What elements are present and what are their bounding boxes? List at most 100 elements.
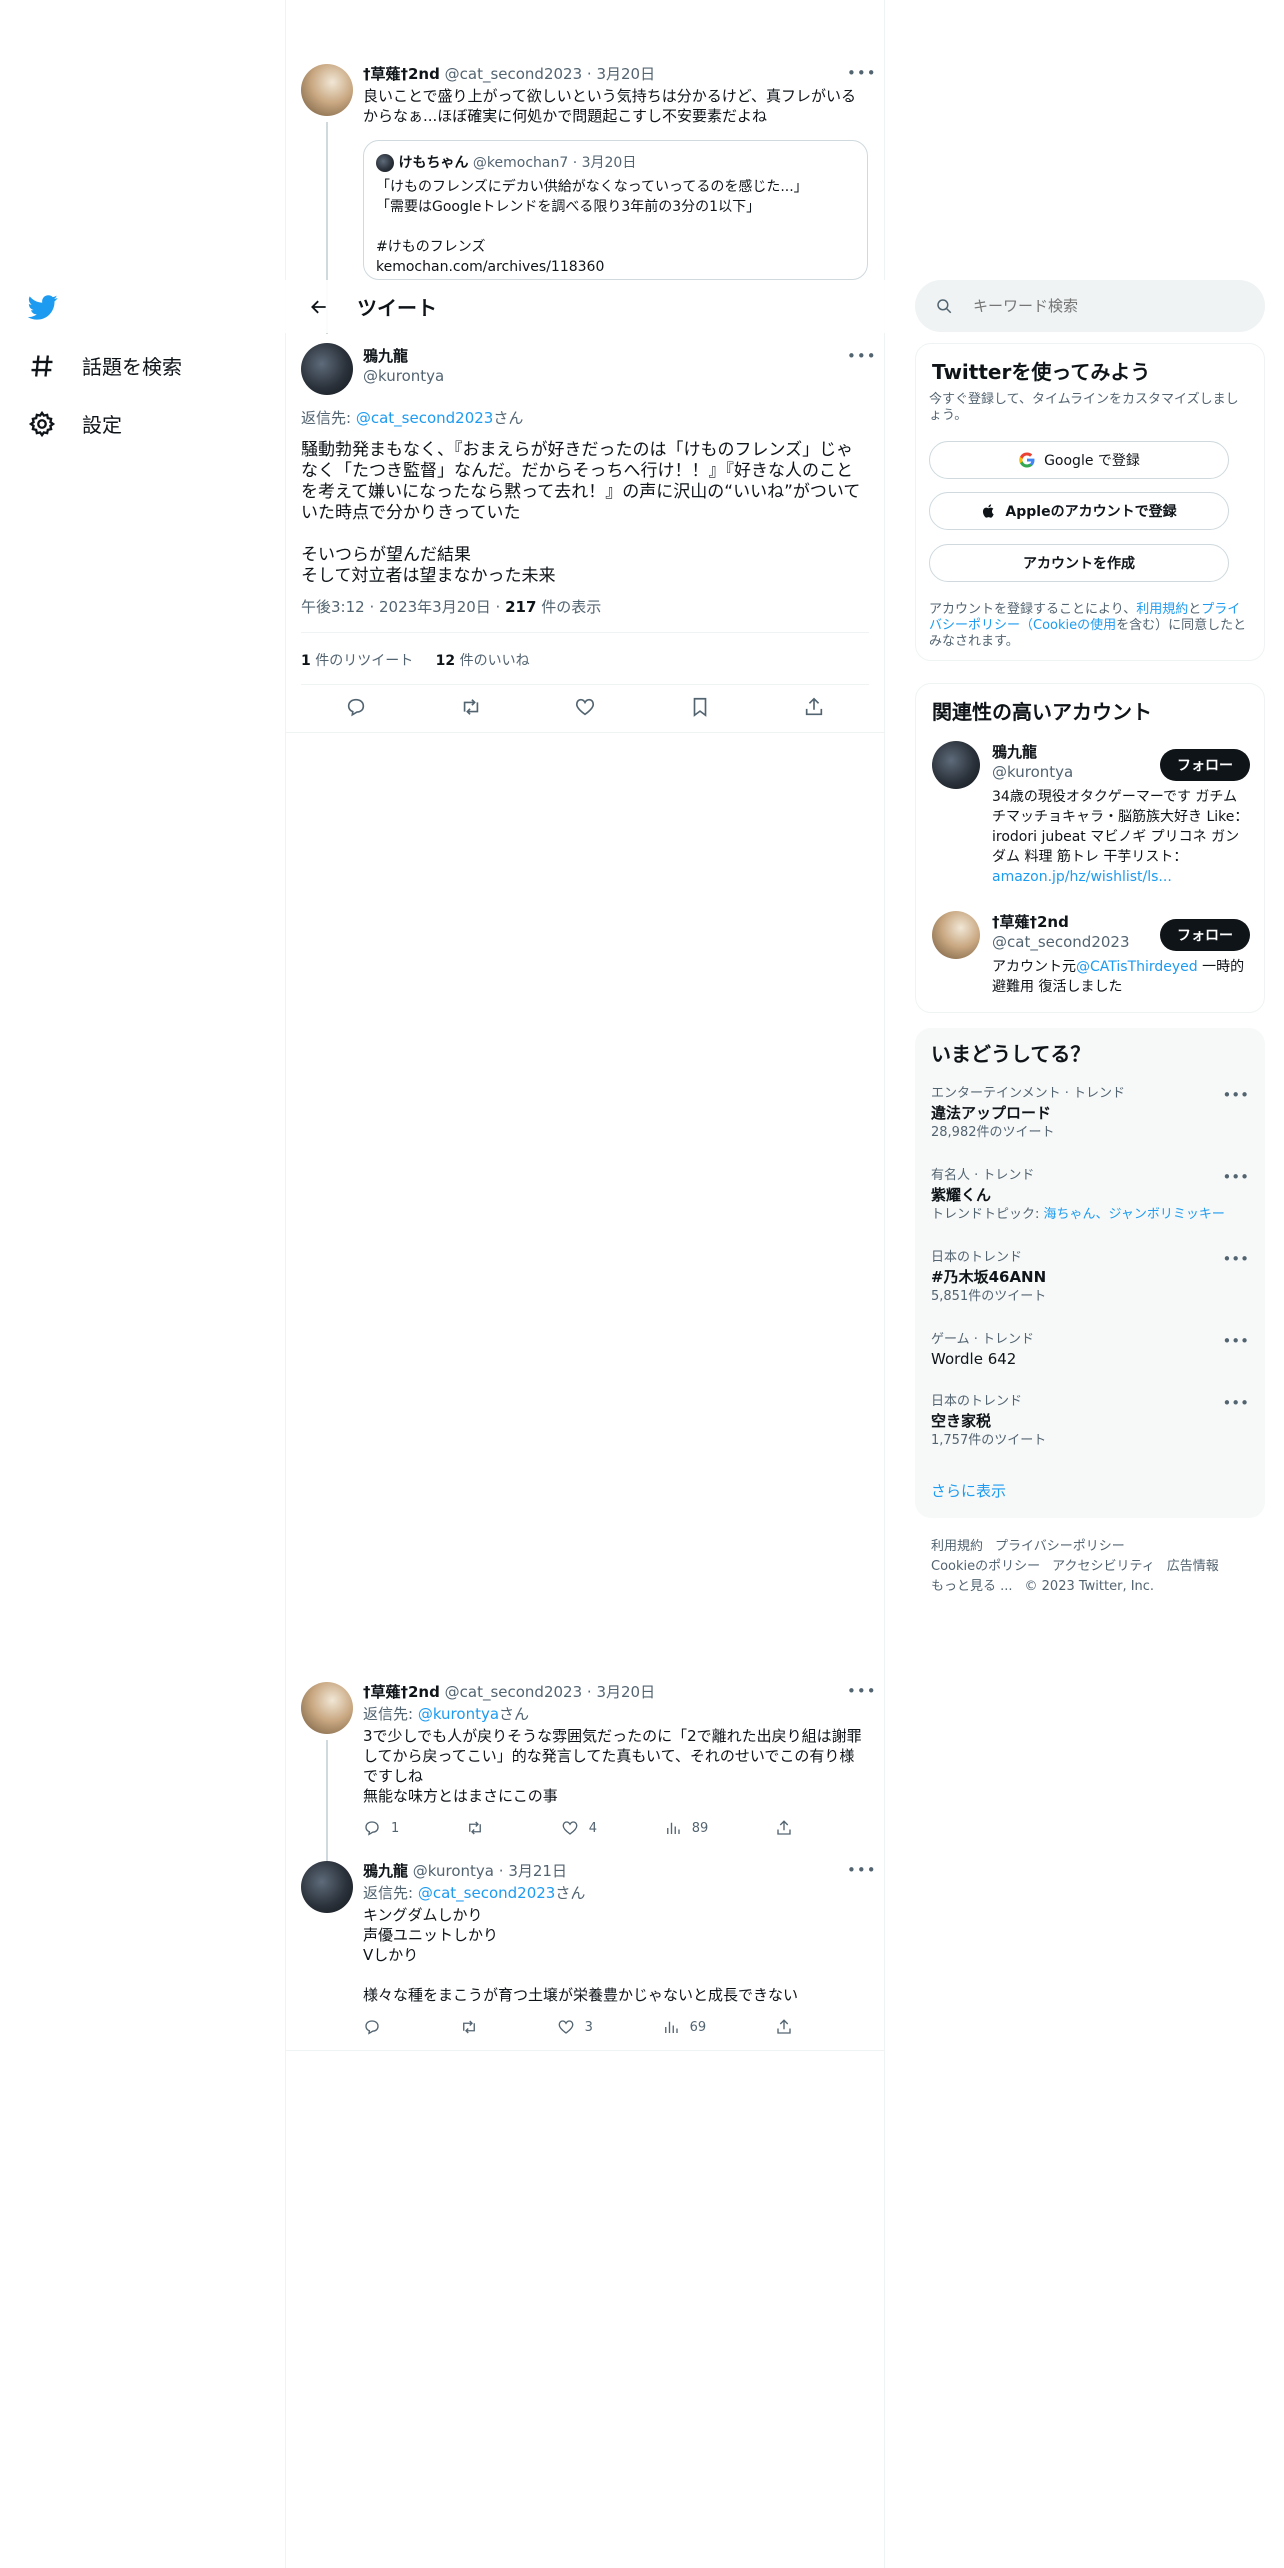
more-options-icon[interactable]: ••• xyxy=(1222,1168,1249,1186)
author-handle[interactable]: @kurontya xyxy=(413,1862,494,1880)
trend-item[interactable]: ゲーム · トレンド Wordle 642 ••• xyxy=(931,1332,1249,1370)
nav-explore[interactable]: 話題を検索 xyxy=(28,351,182,380)
author-handle[interactable]: @kurontya xyxy=(363,366,444,386)
reply-context: 返信先: @cat_second2023さん xyxy=(301,408,523,428)
more-options-icon[interactable]: ••• xyxy=(847,1682,877,1700)
tweet-header: †草薙†2nd @cat_second2023 · 3月20日 xyxy=(363,64,655,84)
share-icon[interactable] xyxy=(803,696,825,718)
like-button[interactable]: 3 xyxy=(557,2018,593,2036)
signup-terms: アカウントを登録することにより、利用規約とプライバシーポリシー（Cookieの使… xyxy=(929,602,1247,649)
footer-link[interactable]: 広告情報 xyxy=(1167,1559,1219,1574)
thread-line xyxy=(326,1740,328,1872)
account-handle: @cat_second2023 xyxy=(992,933,1130,951)
avatar[interactable] xyxy=(301,1861,353,1913)
quote-author-name: けもちゃん xyxy=(398,155,469,171)
google-signup-button[interactable]: Google で登録 xyxy=(929,441,1229,479)
bio-link[interactable]: @CATisThirdeyed xyxy=(1076,959,1198,975)
views-button[interactable]: 69 xyxy=(662,2018,706,2036)
share-button[interactable] xyxy=(775,1819,793,1837)
trend-item[interactable]: 日本のトレンド 空き家税 1,757件のツイート ••• xyxy=(931,1394,1249,1450)
share-button[interactable] xyxy=(775,2018,793,2036)
like-stat[interactable]: 12 件のいいね xyxy=(436,653,530,669)
author-name[interactable]: †草薙†2nd xyxy=(363,1683,440,1701)
footer-more-link[interactable]: もっと見る ... xyxy=(931,1579,1013,1594)
follow-button[interactable]: フォロー xyxy=(1160,749,1250,781)
nav-settings[interactable]: 設定 xyxy=(28,409,122,438)
retweet-stat[interactable]: 1 件のリツイート xyxy=(301,653,413,669)
retweet-icon[interactable] xyxy=(460,696,482,718)
google-button-label: Google で登録 xyxy=(1044,453,1140,469)
reply-to-link[interactable]: @kurontya xyxy=(418,1705,499,1723)
tweet-timestamp[interactable]: 午後3:12 · 2023年3月20日 · xyxy=(301,598,505,616)
account-info[interactable]: †草薙†2nd @cat_second2023 xyxy=(992,912,1130,952)
reply-to-link[interactable]: @cat_second2023 xyxy=(356,409,494,427)
tweet-date[interactable]: · 3月21日 xyxy=(499,1862,567,1880)
apple-signup-button[interactable]: Appleのアカウントで登録 xyxy=(929,492,1229,530)
show-more-link[interactable]: さらに表示 xyxy=(931,1480,1006,1501)
tweet-paragraph: そいつらが望んだ結果 xyxy=(301,545,471,565)
tweet-paragraph: 騒動勃発まもなく、『おまえらが好きだったのは「けものフレンズ」じゃなく「たつき監… xyxy=(301,440,861,523)
footer-link[interactable]: アクセシビリティ xyxy=(1052,1559,1155,1574)
avatar[interactable] xyxy=(301,1682,353,1734)
author-handle[interactable]: @cat_second2023 xyxy=(445,1683,583,1701)
more-options-icon[interactable]: ••• xyxy=(847,1861,877,1879)
search-input[interactable] xyxy=(973,297,1233,315)
view-label: 件の表示 xyxy=(536,598,602,616)
more-options-icon[interactable]: ••• xyxy=(1222,1086,1249,1104)
retweet-button[interactable] xyxy=(466,1819,494,1837)
quote-date: · 3月20日 xyxy=(572,155,637,171)
divider xyxy=(285,732,885,733)
back-arrow-icon[interactable] xyxy=(301,289,337,325)
author-name[interactable]: 鴉九龍 xyxy=(363,346,444,366)
author-name[interactable]: †草薙†2nd xyxy=(363,65,440,83)
author-handle[interactable]: @cat_second2023 xyxy=(445,65,583,83)
search-box[interactable] xyxy=(915,280,1265,332)
more-options-icon[interactable]: ••• xyxy=(1222,1332,1249,1350)
bookmark-icon[interactable] xyxy=(689,696,711,718)
trend-item[interactable]: 日本のトレンド #乃木坂46ANN 5,851件のツイート ••• xyxy=(931,1250,1249,1306)
more-options-icon[interactable]: ••• xyxy=(1222,1250,1249,1268)
footer-link[interactable]: プライバシーポリシー xyxy=(995,1539,1125,1554)
bio-link[interactable]: amazon.jp/hz/wishlist/ls... xyxy=(992,869,1172,885)
trend-item[interactable]: エンターテインメント · トレンド 違法アップロード 28,982件のツイート … xyxy=(931,1086,1249,1142)
share-icon xyxy=(777,1820,791,1835)
footer-link[interactable]: Cookieのポリシー xyxy=(931,1559,1040,1574)
views-button[interactable]: 89 xyxy=(664,1819,708,1837)
create-account-button[interactable]: アカウントを作成 xyxy=(929,544,1229,582)
nav-settings-label: 設定 xyxy=(82,413,122,437)
more-options-icon[interactable]: ••• xyxy=(847,64,877,82)
avatar[interactable] xyxy=(932,741,980,789)
page-title: ツイート xyxy=(357,296,437,320)
tweet-date[interactable]: · 3月20日 xyxy=(587,65,655,83)
author-name[interactable]: 鴉九龍 xyxy=(363,1862,408,1880)
terms-link[interactable]: 利用規約 xyxy=(1136,602,1188,617)
avatar[interactable] xyxy=(301,64,353,116)
reply-prefix: 返信先: xyxy=(301,409,356,427)
account-info[interactable]: 鴉九龍 @kurontya xyxy=(992,742,1073,782)
more-options-icon[interactable]: ••• xyxy=(1222,1394,1249,1412)
heart-icon[interactable] xyxy=(574,696,596,718)
reply-button[interactable] xyxy=(363,2018,391,2036)
footer-link[interactable]: 利用規約 xyxy=(931,1539,983,1554)
follow-button[interactable]: フォロー xyxy=(1160,919,1250,951)
reply-to-link[interactable]: @cat_second2023 xyxy=(418,1884,556,1902)
divider xyxy=(301,684,869,685)
tweet-date[interactable]: · 3月20日 xyxy=(587,1683,655,1701)
avatar[interactable] xyxy=(932,911,980,959)
trends-card: いまどうしてる？ エンターテインメント · トレンド 違法アップロード 28,9… xyxy=(915,1028,1265,1518)
more-options-icon[interactable]: ••• xyxy=(847,347,877,365)
analytics-icon xyxy=(664,2021,678,2033)
trend-item[interactable]: 有名人 · トレンド 紫耀くん トレンドトピック: 海ちゃん、ジャンボリミッキー… xyxy=(931,1168,1249,1224)
twitter-logo-icon[interactable] xyxy=(27,292,58,326)
nav-explore-label: 話題を検索 xyxy=(82,355,182,379)
avatar[interactable] xyxy=(301,343,353,395)
reply-icon[interactable] xyxy=(345,696,367,718)
quote-hashtag: #けものフレンズ xyxy=(376,239,486,255)
view-count: 217 xyxy=(505,598,537,616)
like-button[interactable]: 4 xyxy=(561,1819,597,1837)
divider xyxy=(285,2050,885,2051)
reply-icon xyxy=(365,1821,379,1836)
retweet-button[interactable] xyxy=(460,2018,488,2036)
reply-button[interactable]: 1 xyxy=(363,1819,399,1837)
quoted-tweet[interactable]: けもちゃん @kemochan7 · 3月20日 「けものフレンズにデカい供給が… xyxy=(363,140,868,280)
